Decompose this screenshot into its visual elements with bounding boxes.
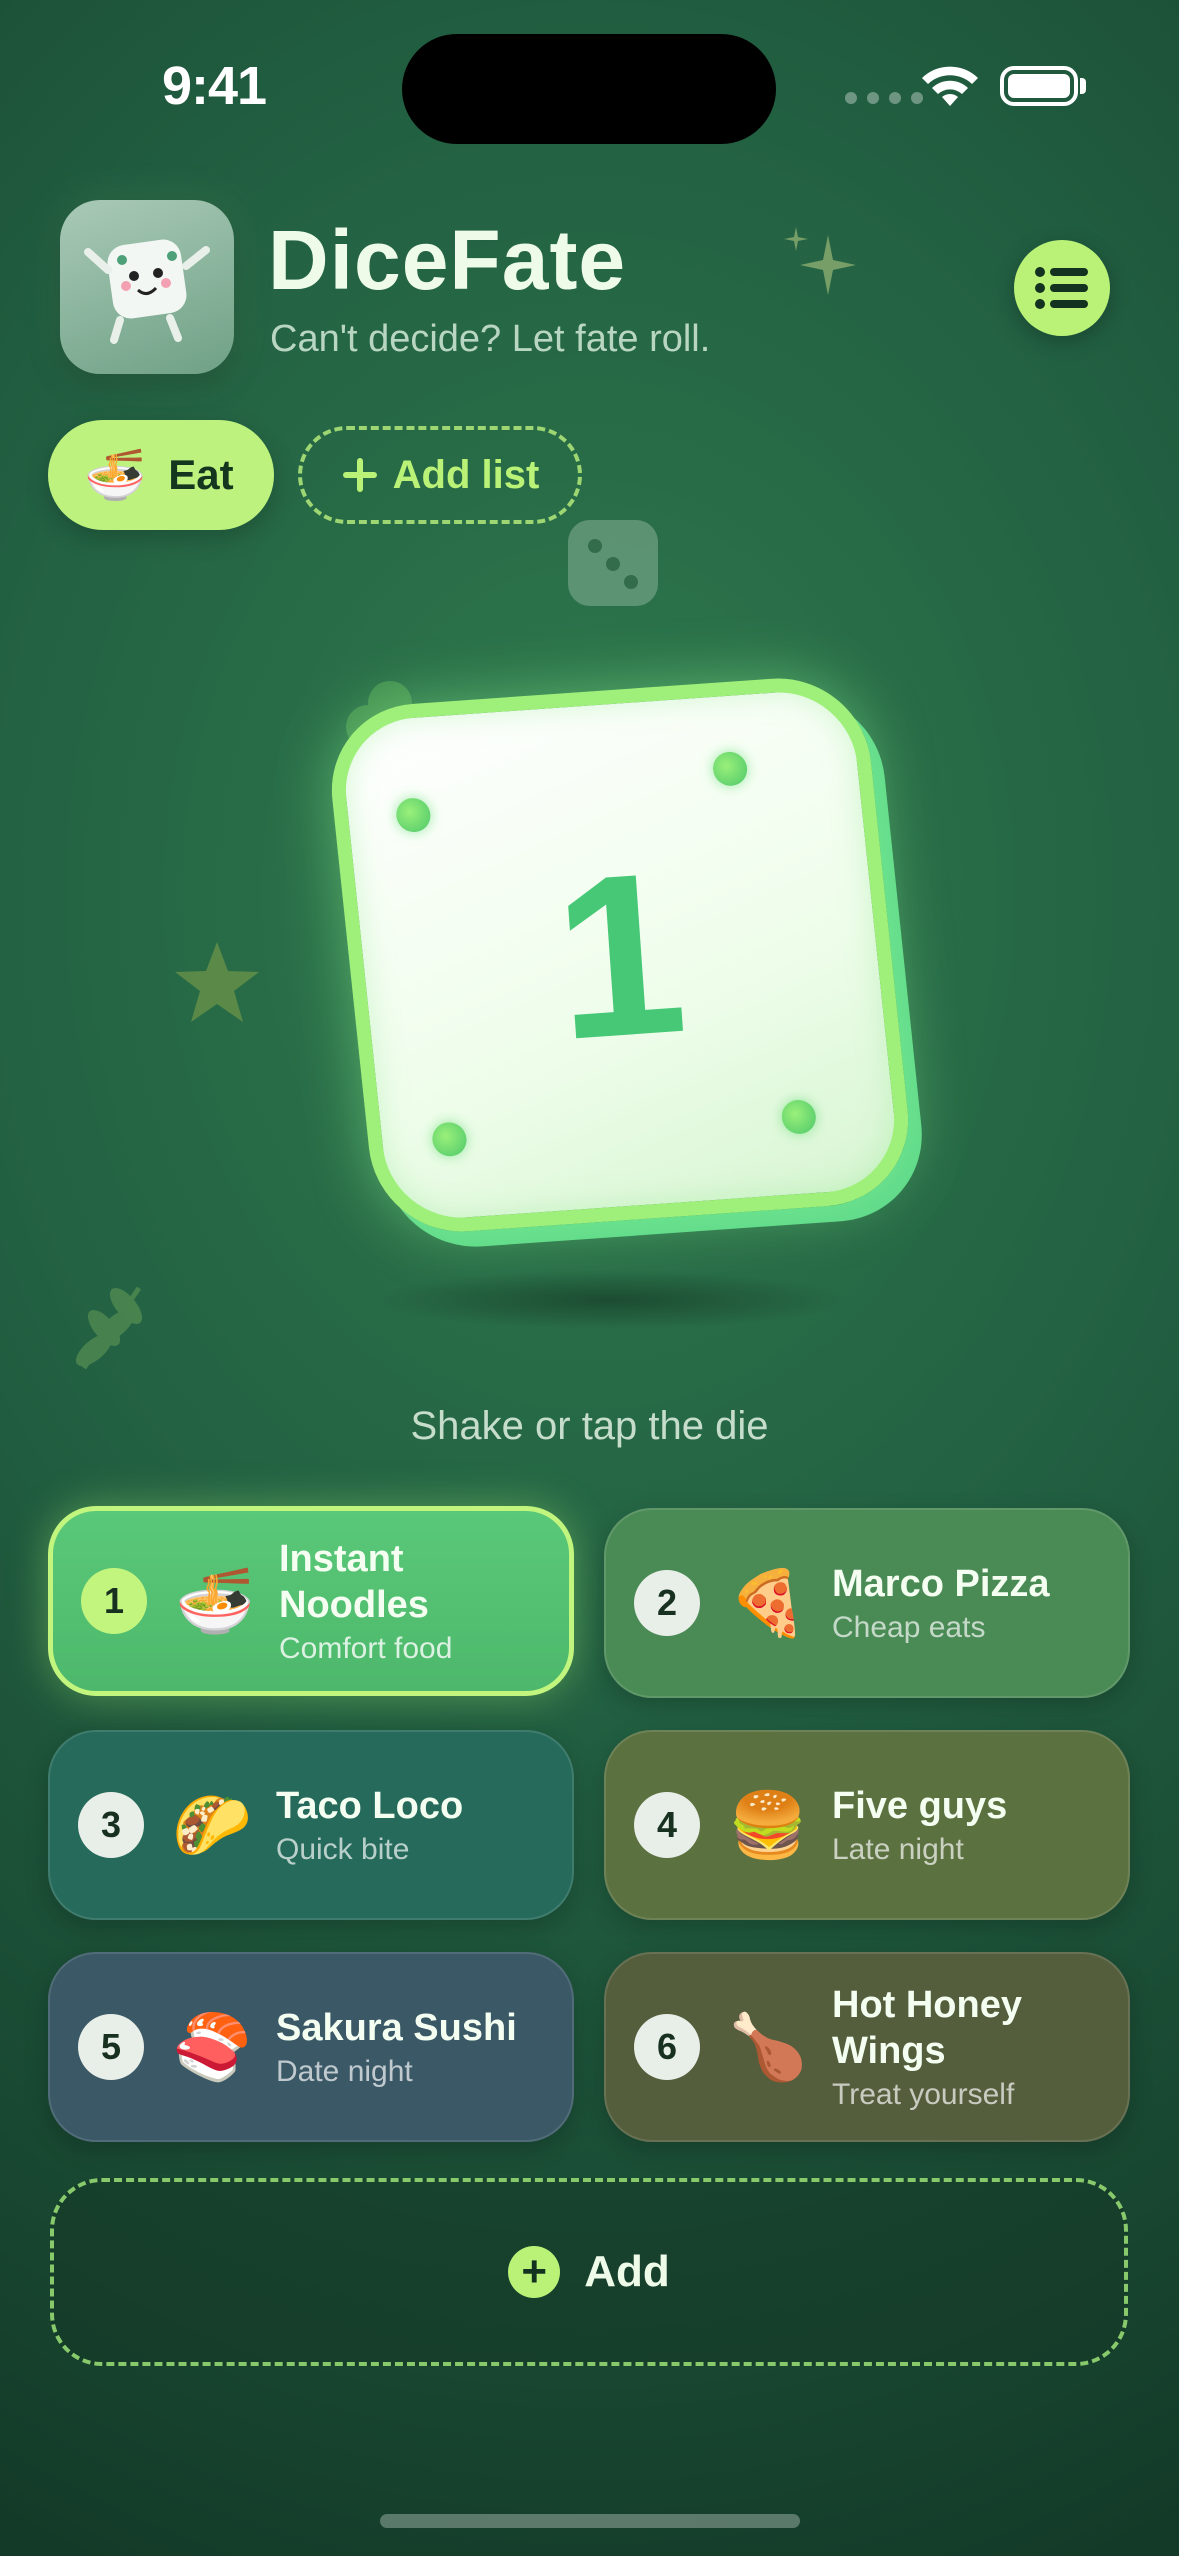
option-card-2[interactable]: 2 🍕 Marco Pizza Cheap eats [604, 1508, 1130, 1698]
roll-hint: Shake or tap the die [410, 1404, 769, 1448]
add-option-button[interactable]: + Add [50, 2178, 1128, 2366]
option-subtitle: Quick bite [276, 1833, 410, 1866]
noodles-icon: 🍜 [175, 1564, 255, 1637]
option-name: Hot Honey Wings [832, 1984, 1022, 2072]
option-name: Taco Loco [276, 1785, 464, 1827]
leaf-icon [75, 1286, 143, 1370]
option-name: Sakura Sushi [276, 2007, 517, 2049]
taco-icon: 🌮 [172, 1788, 252, 1861]
option-number: 4 [634, 1792, 700, 1858]
list-chip-label: Eat [168, 451, 234, 498]
noodles-icon: 🍜 [84, 446, 147, 503]
option-card-3[interactable]: 3 🌮 Taco Loco Quick bite [48, 1730, 574, 1920]
battery-icon [1000, 66, 1078, 106]
option-subtitle: Cheap eats [832, 1611, 986, 1644]
add-list-label: Add list [392, 452, 540, 497]
burger-icon: 🍔 [728, 1788, 808, 1861]
option-card-4[interactable]: 4 🍔 Five guys Late night [604, 1730, 1130, 1920]
cellular-signal-icon [845, 92, 923, 104]
die-value: 1 [547, 822, 693, 1088]
option-number: 1 [81, 1568, 147, 1634]
status-time: 9:41 [162, 56, 267, 116]
add-list-button[interactable]: Add list [298, 426, 582, 524]
app-subtitle: Can't decide? Let fate roll. [270, 318, 711, 360]
option-card-5[interactable]: 5 🍣 Sakura Sushi Date night [48, 1952, 574, 2142]
option-card-1[interactable]: 1 🍜 Instant Noodles Comfort food [48, 1506, 574, 1696]
option-name: Marco Pizza [832, 1563, 1050, 1605]
list-chip-eat[interactable]: 🍜 Eat [48, 420, 274, 530]
menu-button[interactable] [1014, 240, 1110, 336]
plus-circle-icon: + [508, 2246, 561, 2298]
add-option-label: Add [584, 2247, 670, 2296]
option-subtitle: Late night [832, 1833, 964, 1866]
plus-icon [342, 458, 377, 492]
option-name: Instant Noodles [279, 1538, 429, 1626]
dice-button[interactable]: 1 [322, 672, 918, 1238]
option-number: 5 [78, 2014, 144, 2080]
star-icon [175, 942, 259, 1022]
list-icon [1035, 267, 1088, 309]
home-indicator[interactable] [380, 2514, 800, 2528]
pizza-icon: 🍕 [728, 1566, 808, 1639]
battery-tip [1080, 78, 1086, 94]
app-title: DiceFate [268, 213, 627, 307]
wifi-icon [922, 66, 978, 106]
option-subtitle: Date night [276, 2055, 413, 2088]
sushi-icon: 🍣 [172, 2010, 252, 2083]
option-subtitle: Comfort food [279, 1632, 453, 1665]
dice-decoration-icon [568, 520, 658, 606]
chicken-wing-icon: 🍗 [728, 2010, 808, 2083]
option-number: 3 [78, 1792, 144, 1858]
die-shadow [370, 1270, 850, 1330]
sparkle-icon [784, 227, 856, 295]
option-name: Five guys [832, 1785, 1008, 1827]
option-subtitle: Treat yourself [832, 2078, 1015, 2111]
app-mascot-icon [60, 200, 234, 374]
option-card-6[interactable]: 6 🍗 Hot Honey Wings Treat yourself [604, 1952, 1130, 2142]
option-number: 6 [634, 2014, 700, 2080]
option-number: 2 [634, 1570, 700, 1636]
dynamic-island [402, 34, 776, 144]
